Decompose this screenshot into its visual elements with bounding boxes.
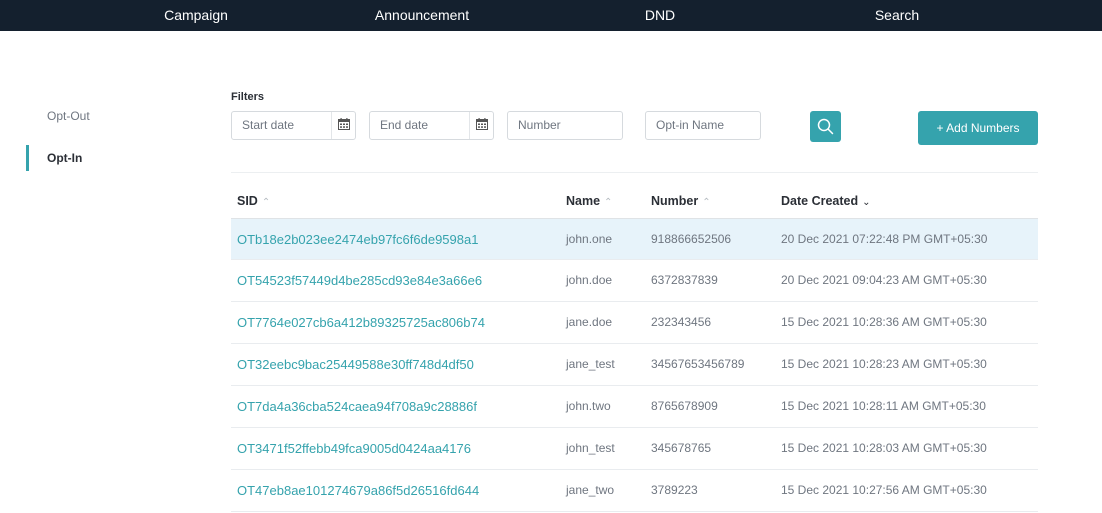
date-cell: 15 Dec 2021 10:27:56 AM GMT+05:30 bbox=[781, 483, 987, 497]
sort-asc-icon[interactable]: ⌃ bbox=[262, 197, 270, 208]
nav-item-announcement[interactable]: Announcement bbox=[375, 0, 469, 31]
date-cell: 15 Dec 2021 10:28:36 AM GMT+05:30 bbox=[781, 315, 987, 329]
column-header-number-label: Number bbox=[651, 194, 699, 208]
name-cell: jane_two bbox=[566, 483, 615, 497]
date-cell: 15 Dec 2021 10:28:23 AM GMT+05:30 bbox=[781, 357, 987, 371]
sid-link[interactable]: OT32eebc9bac25449588e30ff748d4df50 bbox=[237, 344, 474, 385]
number-cell: 232343456 bbox=[651, 315, 712, 329]
date-cell: 20 Dec 2021 07:22:48 PM GMT+05:30 bbox=[781, 232, 988, 246]
number-cell: 6372837839 bbox=[651, 273, 718, 287]
start-date-placeholder: Start date bbox=[242, 118, 295, 132]
number-placeholder: Number bbox=[518, 118, 561, 132]
sid-link[interactable]: OT7da4a36cba524caea94f708a9c28886f bbox=[237, 386, 477, 427]
name-cell: john.two bbox=[566, 399, 611, 413]
table-row[interactable]: OTb18e2b023ee2474eb97fc6f6de9598a1 john.… bbox=[231, 218, 1038, 260]
add-numbers-button[interactable]: + Add Numbers bbox=[918, 111, 1038, 145]
number-cell: 918866652506 bbox=[651, 232, 732, 246]
filters-divider bbox=[231, 172, 1038, 173]
sid-link[interactable]: OT47eb8ae101274679a86f5d26516fd644 bbox=[237, 470, 479, 511]
end-date-field[interactable]: End date bbox=[369, 111, 494, 140]
number-cell: 34567653456789 bbox=[651, 357, 745, 371]
start-date-field[interactable]: Start date bbox=[231, 111, 356, 140]
nav-item-campaign[interactable]: Campaign bbox=[164, 0, 228, 31]
sid-link[interactable]: OT7764e027cb6a412b89325725ac806b74 bbox=[237, 302, 485, 343]
sidebar-active-indicator bbox=[26, 145, 29, 171]
name-cell: jane_test bbox=[566, 357, 615, 371]
sid-link[interactable]: OTb18e2b023ee2474eb97fc6f6de9598a1 bbox=[237, 219, 478, 260]
column-header-number[interactable]: Number ⌃ bbox=[651, 194, 711, 208]
optin-name-placeholder: Opt-in Name bbox=[656, 118, 725, 132]
date-cell: 20 Dec 2021 09:04:23 AM GMT+05:30 bbox=[781, 273, 987, 287]
nav-item-dnd[interactable]: DND bbox=[645, 0, 675, 31]
column-header-sid[interactable]: SID ⌃ bbox=[237, 194, 270, 208]
search-button[interactable] bbox=[810, 111, 841, 142]
sid-link[interactable]: OT54523f57449d4be285cd93e84e3a66e6 bbox=[237, 260, 482, 301]
sidebar-item-opt-in[interactable]: Opt-In bbox=[47, 151, 82, 165]
sidebar-item-opt-out[interactable]: Opt-Out bbox=[47, 109, 90, 123]
name-cell: john.doe bbox=[566, 273, 613, 287]
date-cell: 15 Dec 2021 10:28:11 AM GMT+05:30 bbox=[781, 399, 986, 413]
top-nav: Campaign Announcement DND Search bbox=[0, 0, 1102, 31]
column-header-name[interactable]: Name ⌃ bbox=[566, 194, 612, 208]
name-cell: jane.doe bbox=[566, 315, 613, 329]
table-row[interactable]: OT32eebc9bac25449588e30ff748d4df50 jane_… bbox=[231, 344, 1038, 386]
table-row[interactable]: OT7da4a36cba524caea94f708a9c28886f john.… bbox=[231, 386, 1038, 428]
name-cell: john.one bbox=[566, 232, 613, 246]
column-header-date-label: Date Created bbox=[781, 194, 859, 208]
calendar-icon[interactable] bbox=[331, 112, 355, 139]
nav-item-search[interactable]: Search bbox=[875, 0, 919, 31]
number-cell: 3789223 bbox=[651, 483, 698, 497]
number-field[interactable]: Number bbox=[507, 111, 623, 140]
sid-link[interactable]: OT3471f52ffebb49fca9005d0424aa4176 bbox=[237, 428, 471, 469]
number-cell: 345678765 bbox=[651, 441, 712, 455]
sort-asc-icon[interactable]: ⌃ bbox=[604, 197, 612, 208]
optin-name-field[interactable]: Opt-in Name bbox=[645, 111, 761, 140]
column-header-sid-label: SID bbox=[237, 194, 258, 208]
search-icon bbox=[817, 118, 834, 135]
end-date-placeholder: End date bbox=[380, 118, 429, 132]
sort-desc-icon[interactable]: ⌄ bbox=[862, 197, 870, 208]
filters-title: Filters bbox=[231, 91, 265, 103]
calendar-icon[interactable] bbox=[469, 112, 493, 139]
name-cell: john_test bbox=[566, 441, 615, 455]
number-cell: 8765678909 bbox=[651, 399, 718, 413]
sort-asc-icon[interactable]: ⌃ bbox=[702, 197, 710, 208]
table-row[interactable]: OT3471f52ffebb49fca9005d0424aa4176 john_… bbox=[231, 428, 1038, 470]
column-header-date-created[interactable]: Date Created ⌄ bbox=[781, 194, 871, 208]
date-cell: 15 Dec 2021 10:28:03 AM GMT+05:30 bbox=[781, 441, 987, 455]
table-row[interactable]: OT54523f57449d4be285cd93e84e3a66e6 john.… bbox=[231, 260, 1038, 302]
column-header-name-label: Name bbox=[566, 194, 601, 208]
table-row[interactable]: OT47eb8ae101274679a86f5d26516fd644 jane_… bbox=[231, 470, 1038, 512]
table-row[interactable]: OT7764e027cb6a412b89325725ac806b74 jane.… bbox=[231, 302, 1038, 344]
